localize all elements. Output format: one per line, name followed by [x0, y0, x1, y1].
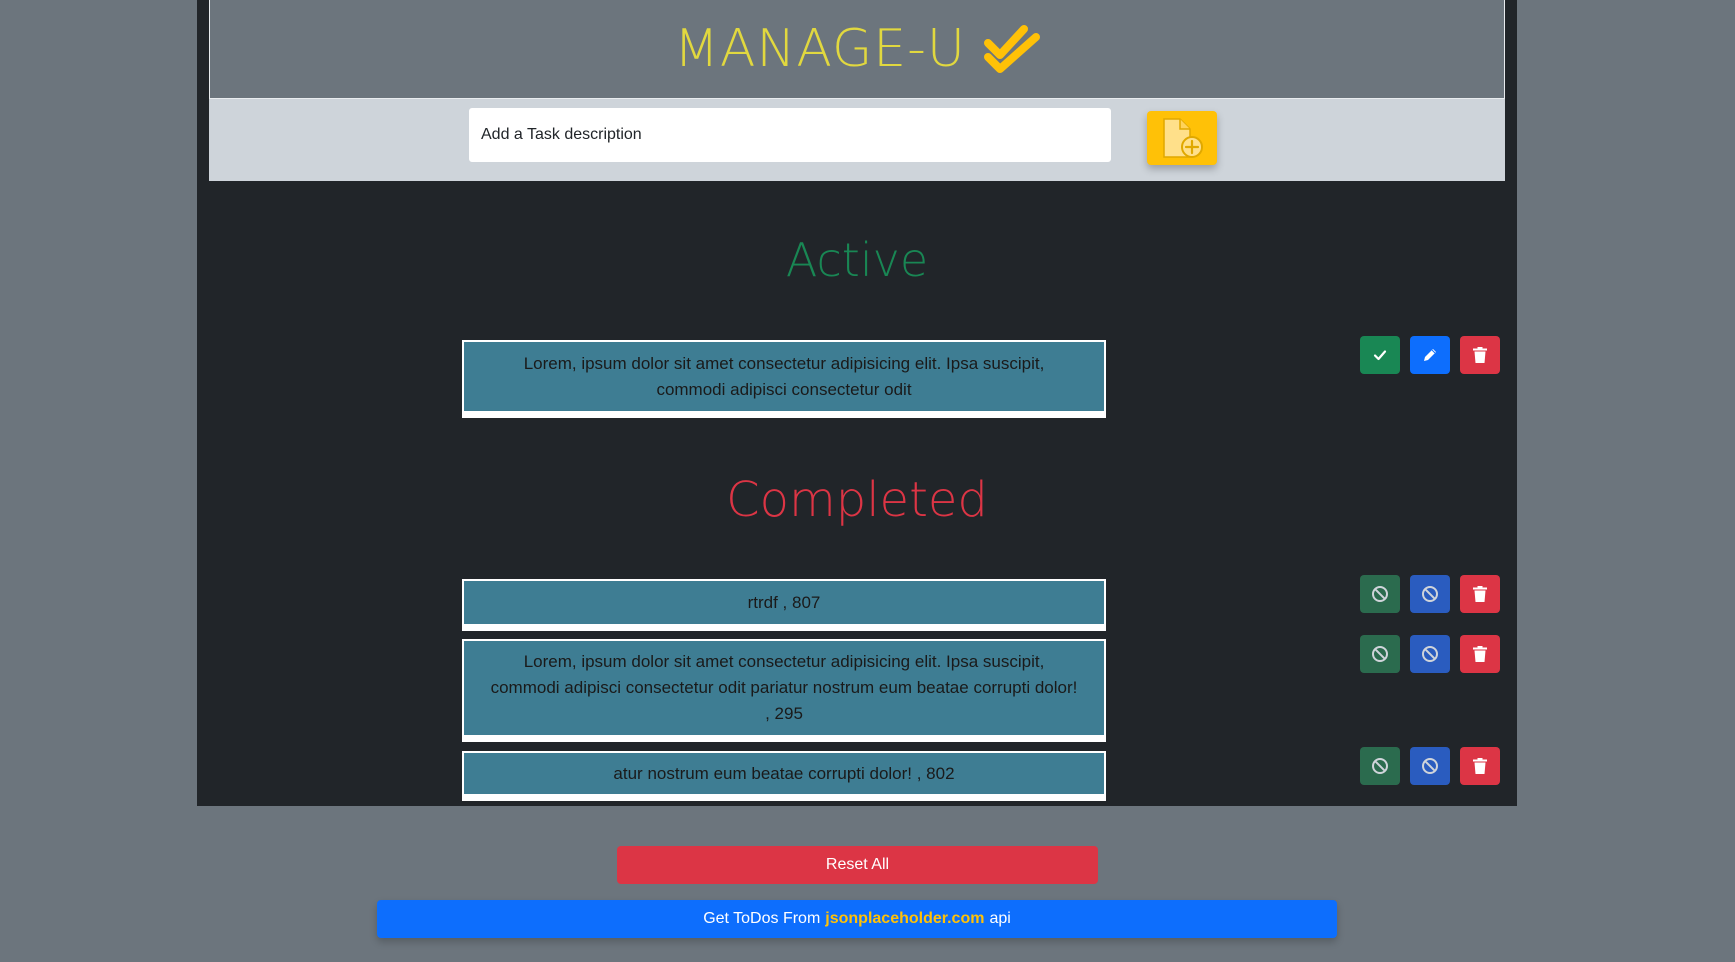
task-text: rtrdf , 807 — [747, 592, 821, 612]
completed-task-actions — [1360, 747, 1500, 785]
task-text: Lorem, ipsum dolor sit amet consectetur … — [490, 652, 1078, 723]
jsonplaceholder-link: jsonplaceholder.com — [825, 910, 985, 927]
add-task-button[interactable] — [1147, 111, 1217, 165]
pencil-icon — [1424, 349, 1436, 361]
reset-all-button[interactable]: Reset All — [617, 846, 1098, 884]
active-task-card: Lorem, ipsum dolor sit amet consectetur … — [462, 340, 1106, 418]
edit-task-button[interactable] — [1410, 336, 1450, 374]
ban-icon — [1372, 586, 1388, 602]
completed-task-actions — [1360, 635, 1500, 673]
task-text: Lorem, ipsum dolor sit amet consectetur … — [523, 353, 1045, 399]
check-icon — [1373, 350, 1387, 361]
ban-icon — [1372, 758, 1388, 774]
get-todos-prefix: Get ToDos From — [703, 910, 821, 927]
delete-task-button[interactable] — [1460, 336, 1500, 374]
edit-task-button[interactable] — [1410, 575, 1450, 613]
active-section-title: Active — [785, 233, 929, 287]
edit-task-button[interactable] — [1410, 635, 1450, 673]
edit-task-button[interactable] — [1410, 747, 1450, 785]
completed-task-card: Lorem, ipsum dolor sit amet consectetur … — [462, 639, 1106, 742]
ban-icon — [1422, 586, 1438, 602]
trash-icon — [1473, 758, 1487, 774]
double-check-icon — [983, 25, 1040, 73]
restore-task-button[interactable] — [1360, 575, 1400, 613]
ban-icon — [1422, 646, 1438, 662]
completed-task-card: rtrdf , 807 — [462, 579, 1106, 631]
completed-section-title: Completed — [726, 472, 988, 528]
delete-task-button[interactable] — [1460, 635, 1500, 673]
task-text: atur nostrum eum beatae corrupti dolor! … — [613, 763, 955, 783]
ban-icon — [1422, 758, 1438, 774]
completed-task-actions — [1360, 575, 1500, 613]
get-todos-suffix: api — [989, 910, 1011, 927]
task-description-input[interactable] — [468, 107, 1112, 163]
restore-task-button[interactable] — [1360, 747, 1400, 785]
trash-icon — [1473, 646, 1487, 662]
complete-task-button[interactable] — [1360, 336, 1400, 374]
app-container: MANAGE-U Active Lorem, ipsum dolor sit a… — [197, 0, 1517, 806]
task-input-bar — [209, 99, 1505, 181]
trash-icon — [1473, 586, 1487, 602]
delete-task-button[interactable] — [1460, 575, 1500, 613]
get-todos-button[interactable]: Get ToDos From jsonplaceholder.com api — [377, 900, 1337, 938]
delete-task-button[interactable] — [1460, 747, 1500, 785]
ban-icon — [1372, 646, 1388, 662]
active-task-actions — [1360, 336, 1500, 374]
file-plus-icon — [1163, 118, 1203, 158]
trash-icon — [1473, 347, 1487, 363]
restore-task-button[interactable] — [1360, 635, 1400, 673]
brand-title: MANAGE-U — [674, 19, 966, 79]
header: MANAGE-U — [209, 0, 1505, 99]
completed-task-card: atur nostrum eum beatae corrupti dolor! … — [462, 751, 1106, 801]
